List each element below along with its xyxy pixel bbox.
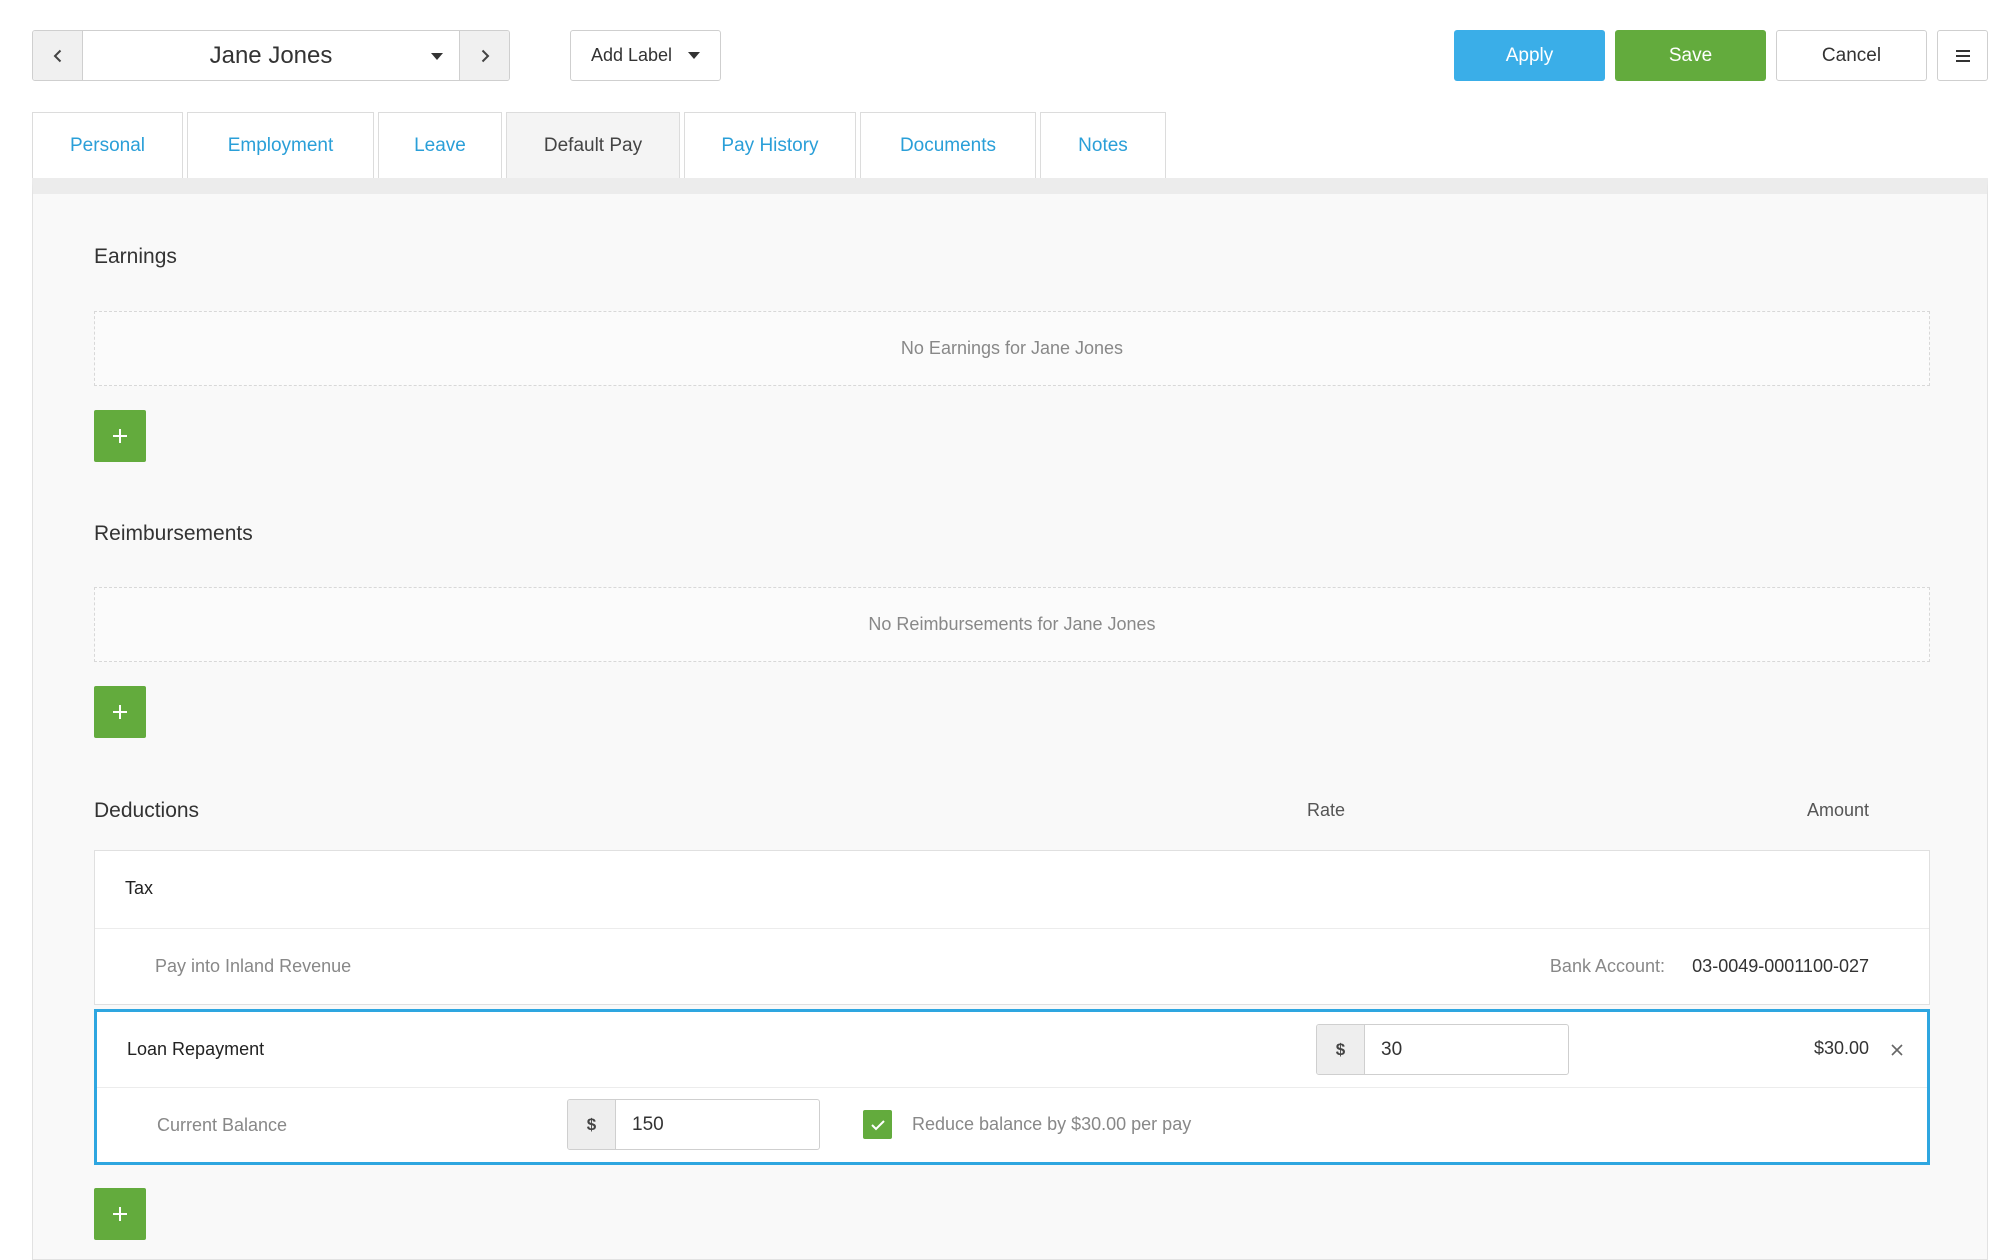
previous-employee-button[interactable] — [33, 31, 83, 80]
bank-account-value: 03-0049-0001100-027 — [1692, 956, 1869, 976]
tab-default-pay[interactable]: Default Pay — [506, 112, 680, 178]
tab-pay-history[interactable]: Pay History — [684, 112, 856, 178]
menu-button[interactable] — [1937, 30, 1988, 81]
tab-notes[interactable]: Notes — [1040, 112, 1166, 178]
employee-navigator: Jane Jones — [32, 30, 510, 81]
add-deduction-button[interactable] — [94, 1188, 146, 1240]
loan-amount: $30.00 — [1813, 1038, 1869, 1058]
chevron-right-icon — [481, 49, 489, 62]
current-balance-input[interactable]: 150 — [616, 1100, 819, 1149]
apply-button[interactable]: Apply — [1454, 30, 1605, 81]
next-employee-button[interactable] — [459, 31, 509, 80]
tab-employment[interactable]: Employment — [187, 112, 374, 178]
reduce-balance-checkbox[interactable] — [863, 1110, 892, 1139]
default-pay-panel: Earnings No Earnings for Jane Jones Reim… — [32, 178, 1988, 1260]
balance-currency-addon: $ — [568, 1100, 616, 1149]
rate-currency-addon: $ — [1317, 1025, 1365, 1074]
tax-detail-row: Pay into Inland Revenue Bank Account: 03… — [95, 928, 1929, 1005]
tax-pay-into: Pay into Inland Revenue — [155, 956, 352, 976]
toolbar: Jane Jones Add Label Apply Save Cancel — [32, 30, 1988, 81]
loan-name: Loan Repayment — [127, 1039, 265, 1059]
hamburger-menu-icon — [1955, 49, 1970, 62]
plus-icon — [113, 1207, 127, 1221]
plus-icon — [113, 705, 127, 719]
reimbursements-empty-text: No Reimbursements for Jane Jones — [868, 614, 1156, 634]
employee-name: Jane Jones — [209, 41, 333, 69]
loan-repayment-deduction: Loan Repayment $ 30 $30.00 Current Balan… — [94, 1009, 1930, 1165]
tax-deduction: Tax Pay into Inland Revenue Bank Account… — [94, 850, 1930, 1005]
tab-personal[interactable]: Personal — [32, 112, 183, 178]
loan-balance-row: Current Balance $ 150 Reduce balance by … — [97, 1087, 1927, 1162]
tab-documents[interactable]: Documents — [860, 112, 1036, 178]
reimbursements-title: Reimbursements — [94, 522, 253, 545]
rate-column-header: Rate — [1307, 800, 1346, 820]
amount-column-header: Amount — [1806, 800, 1869, 820]
tax-name: Tax — [125, 878, 154, 898]
bank-account-label: Bank Account: — [1549, 956, 1665, 976]
employee-tabs: Personal Employment Leave Default Pay Pa… — [32, 112, 1170, 178]
tab-leave[interactable]: Leave — [378, 112, 502, 178]
loan-rate-input[interactable]: 30 — [1365, 1025, 1568, 1074]
close-icon[interactable] — [1889, 1042, 1905, 1058]
balance-input-group: $ 150 — [567, 1099, 820, 1150]
plus-icon — [113, 429, 127, 443]
cancel-button[interactable]: Cancel — [1776, 30, 1927, 81]
add-label-text: Add Label — [590, 45, 673, 65]
add-reimbursement-button[interactable] — [94, 686, 146, 738]
deductions-title: Deductions — [94, 799, 200, 822]
save-button[interactable]: Save — [1615, 30, 1766, 81]
earnings-empty-state: No Earnings for Jane Jones — [94, 311, 1930, 386]
checkmark-icon — [870, 1119, 885, 1130]
chevron-left-icon — [53, 49, 61, 62]
loan-rate-input-group: $ 30 — [1316, 1024, 1569, 1075]
reduce-balance-label: Reduce balance by $30.00 per pay — [912, 1114, 1192, 1134]
earnings-empty-text: No Earnings for Jane Jones — [900, 338, 1124, 358]
add-earning-button[interactable] — [94, 410, 146, 462]
tax-row: Tax — [95, 851, 1929, 928]
earnings-title: Earnings — [94, 245, 177, 268]
reimbursements-empty-state: No Reimbursements for Jane Jones — [94, 587, 1930, 662]
add-label-dropdown[interactable]: Add Label — [570, 30, 721, 81]
pay-editor-page: Jane Jones Add Label Apply Save Cancel P… — [0, 0, 2010, 1260]
loan-row: Loan Repayment $ 30 $30.00 — [97, 1012, 1927, 1087]
caret-down-icon — [688, 52, 701, 59]
employee-select[interactable]: Jane Jones — [83, 31, 459, 80]
current-balance-label: Current Balance — [157, 1115, 288, 1135]
caret-down-icon — [431, 53, 443, 60]
